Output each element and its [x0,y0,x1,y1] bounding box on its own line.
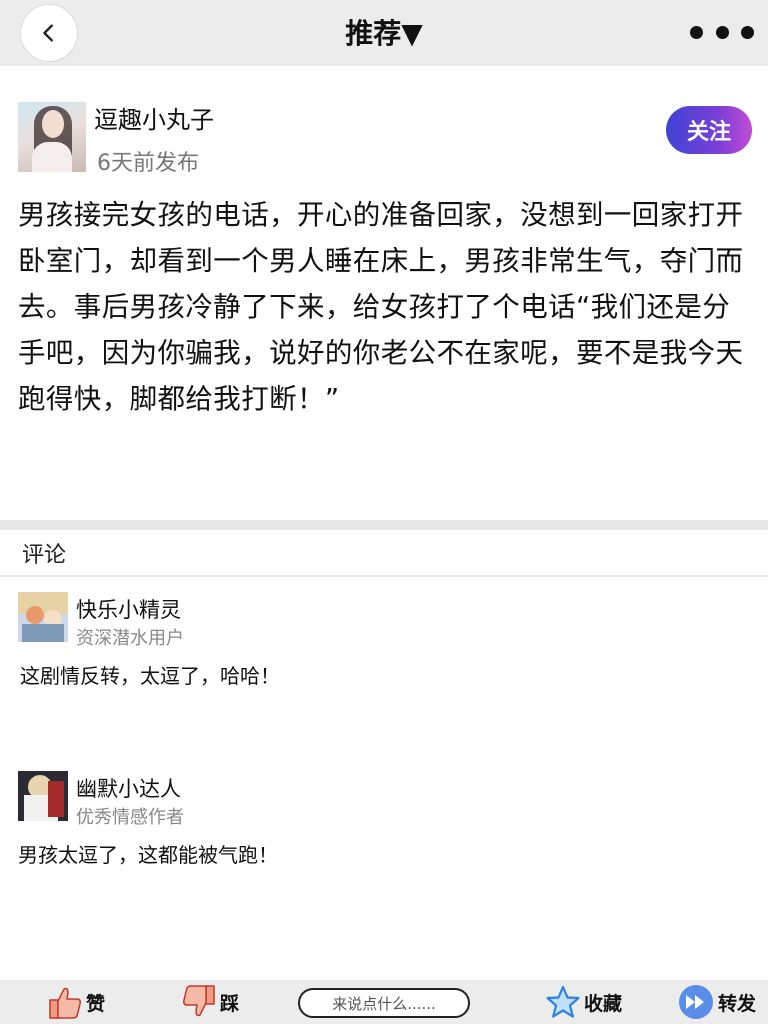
bottom-action-bar: 赞 踩 来说点什么...... 收藏 转发 [0,980,768,1024]
page-title[interactable]: 推荐▼ [0,12,768,52]
follow-button[interactable]: 关注 [666,106,752,154]
divider [0,575,768,577]
more-dots-icon [715,25,729,39]
more-dots-icon [690,25,703,39]
thumbs-up-icon [48,984,82,1020]
forward-icon [678,984,714,1020]
section-divider [0,520,768,530]
comment-author-badge: 资深潜水用户 [76,628,184,649]
comments-header: 评论 [22,543,67,568]
dislike-label: 踩 [220,992,240,1015]
star-icon [546,985,580,1019]
favorite-button[interactable]: 收藏 [546,980,622,1024]
comment-input[interactable]: 来说点什么...... [298,988,470,1018]
more-options-button[interactable] [690,20,754,44]
comment-author-name[interactable]: 幽默小达人 [76,773,181,803]
comment-author-badge: 优秀情感作者 [76,807,184,828]
post-time: 6天前发布 [97,151,199,176]
more-dots-icon [741,25,754,39]
favorite-label: 收藏 [584,992,623,1015]
avatar[interactable] [18,592,68,642]
post-content: 男孩接完女孩的电话，开心的准备回家，没想到一回家打开卧室门，却看到一个男人睡在床… [18,199,744,415]
avatar[interactable] [18,771,68,821]
comment-author-name[interactable]: 快乐小精灵 [76,594,181,624]
like-button[interactable]: 赞 [48,980,105,1024]
author-name[interactable]: 逗趣小丸子 [94,100,214,135]
author-avatar[interactable] [18,102,86,172]
top-bar: 推荐▼ [0,0,768,66]
share-label: 转发 [718,992,757,1015]
share-button[interactable]: 转发 [678,980,756,1024]
comment-text: 男孩太逗了，这都能被气跑！ [18,843,278,867]
comment-text: 这剧情反转，太逗了，哈哈！ [20,664,280,688]
dislike-button[interactable]: 踩 [182,980,239,1024]
author-row: 逗趣小丸子 6天前发布 关注 [18,100,752,176]
like-label: 赞 [86,992,106,1015]
thumbs-down-icon [182,984,216,1020]
